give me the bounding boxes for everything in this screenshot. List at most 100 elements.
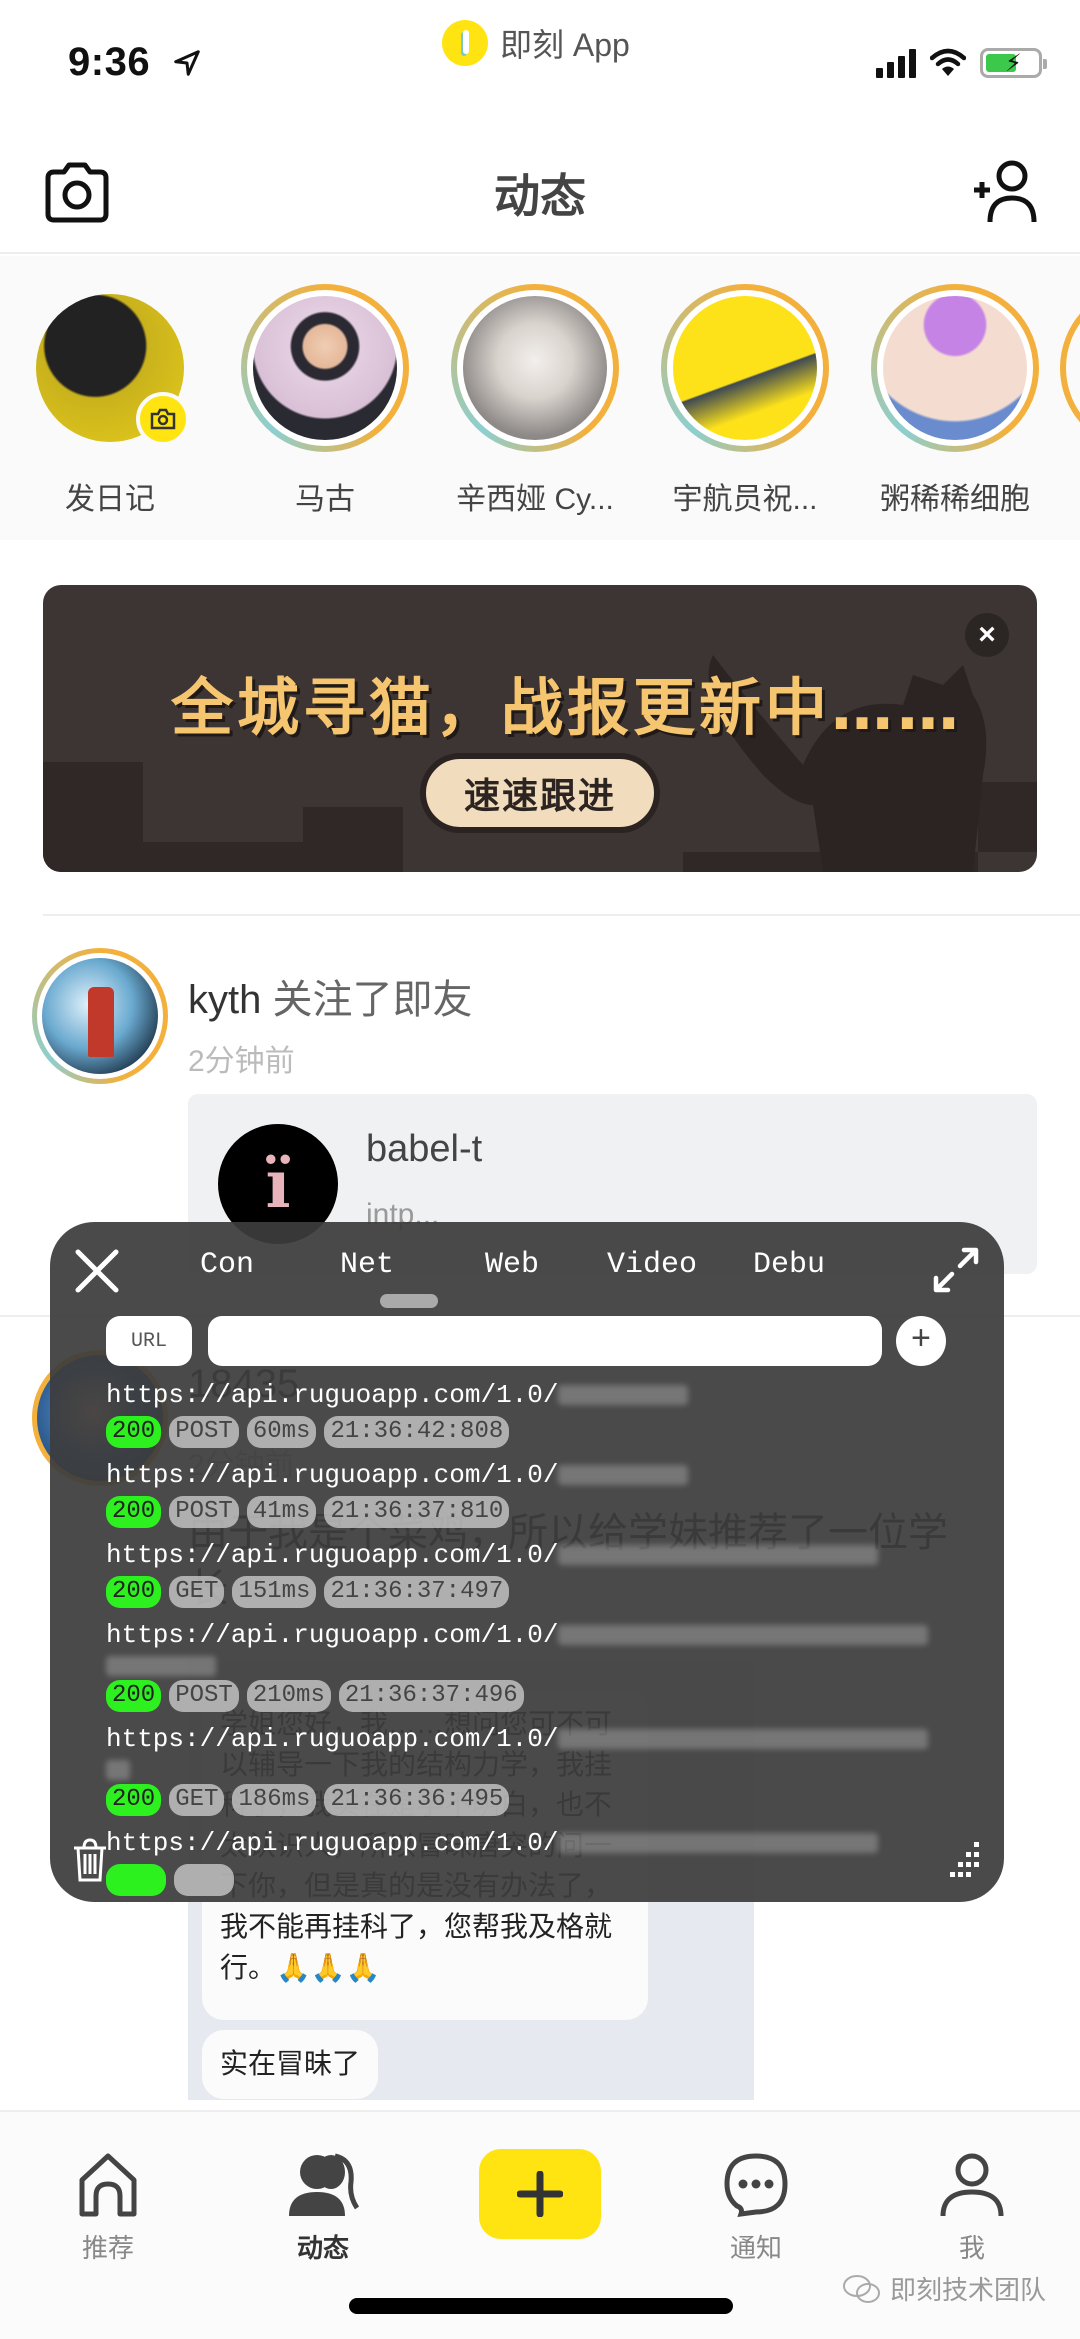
stories-bar[interactable]: 发日记 马古 辛西娅 Cy... 宇航员祝... 粥稀稀细胞 (0, 256, 1080, 540)
status-badge: 200 (106, 1416, 162, 1448)
request-list[interactable]: https://api.ruguoapp.com/1.0/ 200 POST 6… (106, 1376, 944, 1902)
story-item-partial[interactable] (1060, 256, 1080, 540)
timestamp-badge: 21:36:37:497 (324, 1576, 510, 1608)
top-nav-bar: 动态 (0, 130, 1080, 254)
tab-debug[interactable]: Debu (753, 1248, 825, 1282)
redacted-path (558, 1625, 929, 1646)
add-user-icon[interactable] (972, 156, 1042, 226)
promo-banner[interactable]: 全城寻猫，战报更新中…… 速速跟进 × (43, 585, 1037, 872)
watermark-text: 即刻技术团队 (890, 2275, 1047, 2305)
tab-recommend[interactable]: 推荐 (48, 2152, 168, 2265)
duration-badge: 151ms (232, 1576, 317, 1608)
tab-web[interactable]: Web (485, 1248, 607, 1282)
story-item[interactable]: 辛西娅 Cy... (430, 256, 640, 540)
redacted-path (106, 1760, 130, 1780)
story-avatar-ring (871, 284, 1039, 452)
debug-network-panel[interactable]: Con Net Web Video Debu URL + https://api… (50, 1222, 1004, 1902)
user-avatar[interactable] (32, 948, 168, 1084)
method-badge: POST (169, 1416, 239, 1448)
home-indicator[interactable] (349, 2298, 733, 2314)
request-row[interactable]: https://api.ruguoapp.com/1.0/ 200 GET 18… (106, 1720, 944, 1816)
story-item[interactable]: 粥稀稀细胞 (850, 256, 1060, 540)
request-url: https://api.ruguoapp.com/1.0/ (106, 1380, 559, 1410)
request-url: https://api.ruguoapp.com/1.0/ (106, 1460, 559, 1490)
timestamp-badge: 21:36:42:808 (324, 1416, 510, 1448)
method-badge: POST (169, 1680, 239, 1712)
banner-cta-button[interactable]: 速速跟进 (420, 753, 660, 833)
request-row[interactable]: https://api.ruguoapp.com/1.0/ 200 GET 15… (106, 1536, 944, 1608)
timestamp-badge: 21:36:37:810 (324, 1496, 510, 1528)
story-avatar-ring (26, 284, 194, 452)
status-badge: 200 (106, 1496, 162, 1528)
method-badge: GET (169, 1576, 225, 1608)
story-avatar (253, 296, 397, 440)
status-bar: 9:36 即刻 App ⚡ (0, 0, 1080, 130)
duration-badge: 210ms (246, 1680, 331, 1712)
url-filter-label: URL (106, 1316, 192, 1366)
status-badge: 200 (106, 1784, 162, 1816)
request-url: https://api.ruguoapp.com/1.0/ (106, 1724, 559, 1754)
chat-icon (724, 2153, 788, 2218)
profile-icon (940, 2153, 1004, 2217)
story-item[interactable]: 马古 (220, 256, 430, 540)
avatar-image (42, 958, 158, 1074)
duration-badge: 60ms (246, 1416, 317, 1448)
feed-action: 关注了即友 (272, 978, 473, 1022)
story-label: 马古 (295, 483, 355, 516)
status-icons: ⚡ (876, 48, 1047, 78)
card-username: babel-t (366, 1128, 483, 1170)
timestamp-badge: 21:36:37:496 (338, 1680, 524, 1712)
trash-icon[interactable] (70, 1836, 110, 1884)
add-filter-button[interactable]: + (896, 1316, 946, 1366)
request-row[interactable]: https://api.ruguoapp.com/1.0/ (106, 1824, 944, 1896)
story-avatar-ring (1060, 284, 1080, 452)
duration-badge: 186ms (232, 1784, 317, 1816)
app-name: 即刻 App (500, 27, 630, 63)
app-switch-indicator[interactable]: 即刻 App (442, 20, 630, 66)
method-badge: GET (169, 1784, 225, 1816)
feed-timestamp: 2分钟前 (188, 1045, 295, 1078)
tab-label: 通知 (729, 2233, 782, 2263)
request-url: https://api.ruguoapp.com/1.0/ (106, 1620, 559, 1650)
url-filter-input[interactable] (208, 1316, 882, 1366)
story-avatar (673, 296, 817, 440)
redacted-path (558, 1833, 879, 1854)
tab-console[interactable]: Con (200, 1248, 340, 1282)
create-post-button[interactable] (479, 2149, 601, 2239)
tab-following[interactable]: 动态 (263, 2152, 383, 2265)
wifi-icon (930, 48, 966, 76)
tab-label: 推荐 (81, 2233, 134, 2263)
request-row[interactable]: https://api.ruguoapp.com/1.0/ 200 POST 2… (106, 1616, 944, 1712)
tab-network[interactable]: Net (340, 1248, 485, 1282)
close-icon[interactable] (70, 1244, 124, 1298)
wechat-icon (843, 2274, 880, 2303)
charging-bolt-icon: ⚡ (1005, 50, 1022, 77)
story-avatar-ring (661, 284, 829, 452)
jike-logo-icon (442, 20, 488, 66)
status-badge: 200 (106, 1680, 162, 1712)
timestamp-badge: 21:36:36:495 (324, 1784, 510, 1816)
banner-title: 全城寻猫，战报更新中…… (171, 671, 964, 744)
redacted-path (106, 1656, 216, 1676)
request-row[interactable]: https://api.ruguoapp.com/1.0/ 200 POST 6… (106, 1376, 944, 1448)
camera-badge-icon (136, 392, 190, 446)
redacted-path (558, 1385, 689, 1406)
tab-label: 动态 (296, 2233, 349, 2263)
tab-profile[interactable]: 我 (912, 2152, 1032, 2265)
banner-close-button[interactable]: × (965, 613, 1009, 657)
page-title: 动态 (494, 170, 586, 222)
status-badge: 200 (106, 1576, 162, 1608)
maximize-icon[interactable] (930, 1244, 982, 1296)
tab-notifications[interactable]: 通知 (696, 2152, 816, 2265)
following-icon (289, 2153, 359, 2216)
tab-video[interactable]: Video (607, 1248, 753, 1282)
story-item-post-diary[interactable]: 发日记 (0, 256, 220, 540)
story-label: 辛西娅 Cy... (456, 483, 614, 516)
story-item[interactable]: 宇航员祝... (640, 256, 850, 540)
chat-bubble: 实在冒昧了 (202, 2030, 379, 2099)
location-arrow-icon (174, 50, 200, 76)
request-row[interactable]: https://api.ruguoapp.com/1.0/ 200 POST 4… (106, 1456, 944, 1528)
resize-handle-icon[interactable] (942, 1840, 982, 1880)
feed-username[interactable]: kyth (188, 978, 261, 1022)
method-badge (174, 1864, 234, 1896)
